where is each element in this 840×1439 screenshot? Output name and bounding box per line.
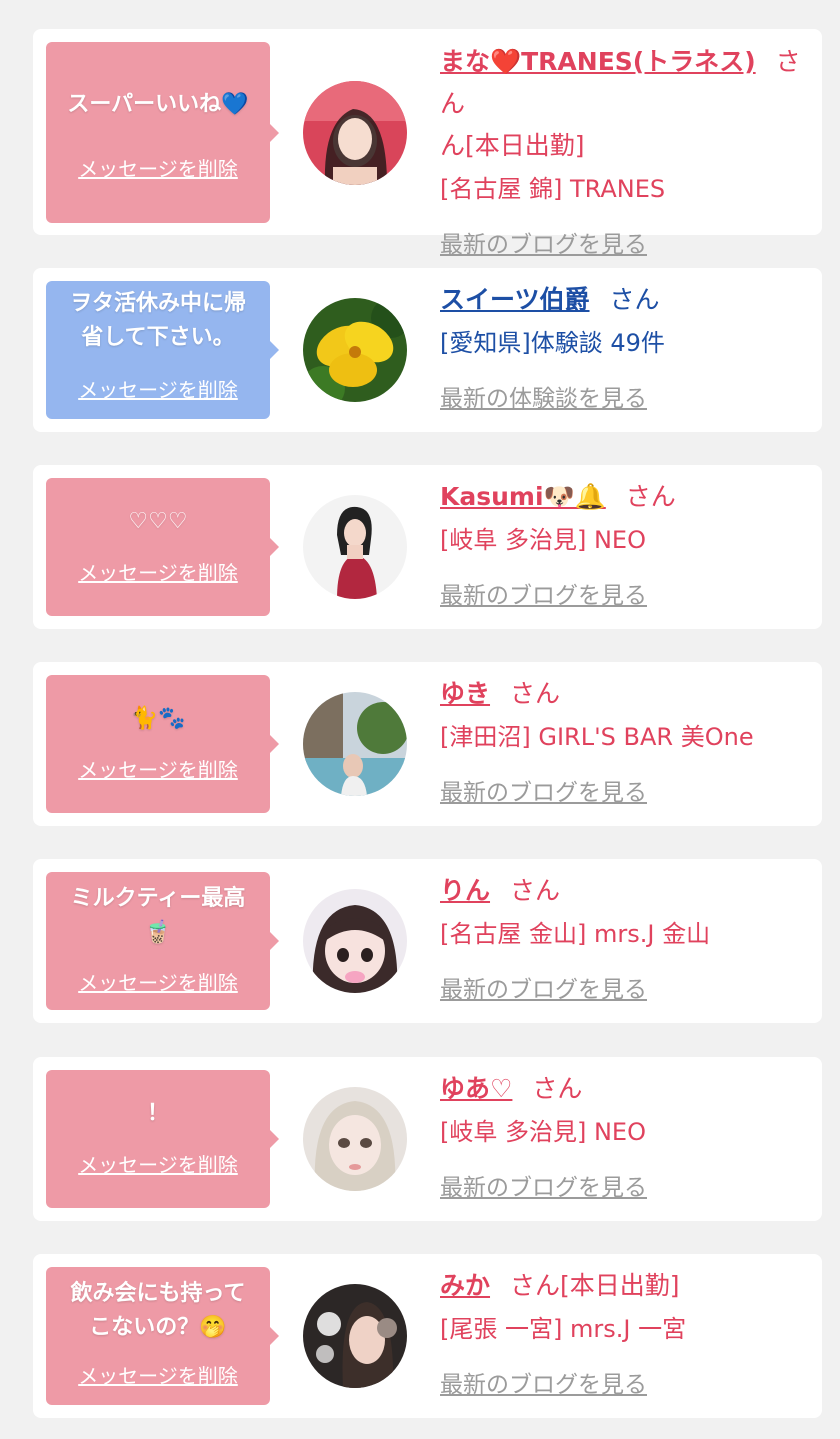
avatar[interactable] [303, 81, 407, 185]
message-list: スーパーいいね💙 メッセージを削除 まな❤️TRANES(トラネス) さん ん[本… [0, 0, 840, 1439]
avatar[interactable] [303, 692, 407, 796]
user-info: スイーツ伯爵 さん [愛知県]体験談 49件 最新の体験談を見る [440, 279, 808, 419]
user-name-line: Kasumi🐶🔔 さん [440, 476, 808, 518]
user-info: まな❤️TRANES(トラネス) さん ん[本日出勤] [名古屋 錦] TRANE… [440, 41, 808, 265]
message-card: ！ メッセージを削除 ゆあ♡ さん [岐阜 多治見] NEO 最新のブログを見る [33, 1057, 822, 1221]
shop-label: [岐阜 多治見] NEO [440, 526, 646, 554]
avatar[interactable] [303, 495, 407, 599]
user-name-line: みか さん[本日出勤] [440, 1265, 808, 1307]
user-name-link[interactable]: ゆき [440, 679, 490, 708]
user-info: りん さん [名古屋 金山] mrs.J 金山 最新のブログを見る [440, 870, 808, 1010]
message-bubble: スーパーいいね💙 メッセージを削除 [46, 42, 279, 223]
honorific: さん [625, 482, 676, 511]
avatar[interactable] [303, 1284, 407, 1388]
message-card: スーパーいいね💙 メッセージを削除 まな❤️TRANES(トラネス) さん ん[本… [33, 29, 822, 258]
message-text: ミルクティー最高 🧋 [70, 886, 246, 945]
message-bubble: ♡♡♡ メッセージを削除 [46, 478, 279, 616]
user-name-line: ゆき さん [440, 673, 808, 715]
delete-message-link[interactable]: メッセージを削除 [46, 1152, 270, 1178]
message-text: ♡♡♡ [128, 509, 188, 534]
user-name-line: スイーツ伯爵 さん [440, 279, 808, 321]
honorific: さん[本日出勤] [510, 1271, 680, 1300]
user-name-link[interactable]: まな❤️TRANES(トラネス) [440, 47, 756, 76]
user-name-link[interactable]: みか [440, 1271, 490, 1300]
message-bubble: ミルクティー最高 🧋 メッセージを削除 [46, 872, 279, 1010]
message-text: 🐈🐾 [130, 706, 186, 731]
latest-blog-link[interactable]: 最新のブログを見る [440, 773, 647, 813]
latest-review-link[interactable]: 最新の体験談を見る [440, 379, 647, 419]
latest-blog-link[interactable]: 最新のブログを見る [440, 970, 647, 1010]
delete-message-link[interactable]: メッセージを削除 [46, 156, 270, 182]
user-name-line: りん さん [440, 870, 808, 912]
message-card: ♡♡♡ メッセージを削除 Kasumi🐶🔔 さん [岐阜 多治見] NEO 最新の… [33, 465, 822, 629]
message-text: 飲み会にも持って こないの？🤭 [70, 1281, 246, 1340]
shop-label: [津田沼] GIRL'S BAR 美One [440, 723, 754, 751]
message-text: ！ [146, 1101, 169, 1126]
delete-message-link[interactable]: メッセージを削除 [46, 560, 270, 586]
message-text: スーパーいいね💙 [67, 92, 249, 117]
honorific: さん [609, 285, 660, 314]
honorific: さん [532, 1074, 583, 1103]
user-name-link[interactable]: スイーツ伯爵 [440, 285, 590, 314]
latest-blog-link[interactable]: 最新のブログを見る [440, 576, 647, 616]
user-info: Kasumi🐶🔔 さん [岐阜 多治見] NEO 最新のブログを見る [440, 476, 808, 616]
message-text: ヲタ活休み中に帰 省して下さい。 [69, 291, 246, 350]
shop-label: [尾張 一宮] mrs.J 一宮 [440, 1315, 687, 1343]
shop-label: [名古屋 金山] mrs.J 金山 [440, 920, 711, 948]
user-name-line: まな❤️TRANES(トラネス) さん ん[本日出勤] [440, 41, 808, 167]
work-status: ん[本日出勤] [440, 131, 585, 160]
latest-blog-link[interactable]: 最新のブログを見る [440, 1168, 647, 1208]
user-info: ゆあ♡ さん [岐阜 多治見] NEO 最新のブログを見る [440, 1068, 808, 1208]
message-bubble: 飲み会にも持って こないの？🤭 メッセージを削除 [46, 1267, 279, 1405]
latest-blog-link[interactable]: 最新のブログを見る [440, 1365, 647, 1405]
latest-blog-link[interactable]: 最新のブログを見る [440, 225, 647, 265]
shop-label: [岐阜 多治見] NEO [440, 1118, 646, 1146]
message-card: ミルクティー最高 🧋 メッセージを削除 りん さん [名古屋 金山] mrs.J … [33, 859, 822, 1023]
delete-message-link[interactable]: メッセージを削除 [46, 970, 270, 996]
message-bubble: 🐈🐾 メッセージを削除 [46, 675, 279, 813]
message-card: ヲタ活休み中に帰 省して下さい。 メッセージを削除 スイーツ伯爵 さん [愛知県]… [33, 268, 822, 432]
shop-label: [名古屋 錦] TRANES [440, 175, 666, 203]
delete-message-link[interactable]: メッセージを削除 [46, 757, 270, 783]
user-name-link[interactable]: Kasumi🐶🔔 [440, 482, 606, 511]
delete-message-link[interactable]: メッセージを削除 [46, 377, 270, 403]
avatar[interactable] [303, 889, 407, 993]
shop-label: [愛知県]体験談 49件 [440, 329, 665, 357]
message-card: 🐈🐾 メッセージを削除 ゆき さん [津田沼] GIRL'S BAR 美One 最… [33, 662, 822, 826]
honorific: さん [510, 679, 561, 708]
user-info: みか さん[本日出勤] [尾張 一宮] mrs.J 一宮 最新のブログを見る [440, 1265, 808, 1405]
message-card: 飲み会にも持って こないの？🤭 メッセージを削除 みか さん[本日出勤] [尾張 … [33, 1254, 822, 1418]
avatar[interactable] [303, 1087, 407, 1191]
delete-message-link[interactable]: メッセージを削除 [46, 1363, 270, 1389]
user-name-link[interactable]: りん [440, 876, 490, 905]
user-name-link[interactable]: ゆあ♡ [440, 1074, 512, 1103]
user-info: ゆき さん [津田沼] GIRL'S BAR 美One 最新のブログを見る [440, 673, 808, 813]
message-bubble: ヲタ活休み中に帰 省して下さい。 メッセージを削除 [46, 281, 279, 419]
message-bubble: ！ メッセージを削除 [46, 1070, 279, 1208]
avatar[interactable] [303, 298, 407, 402]
honorific: さん [510, 876, 561, 905]
user-name-line: ゆあ♡ さん [440, 1068, 808, 1110]
